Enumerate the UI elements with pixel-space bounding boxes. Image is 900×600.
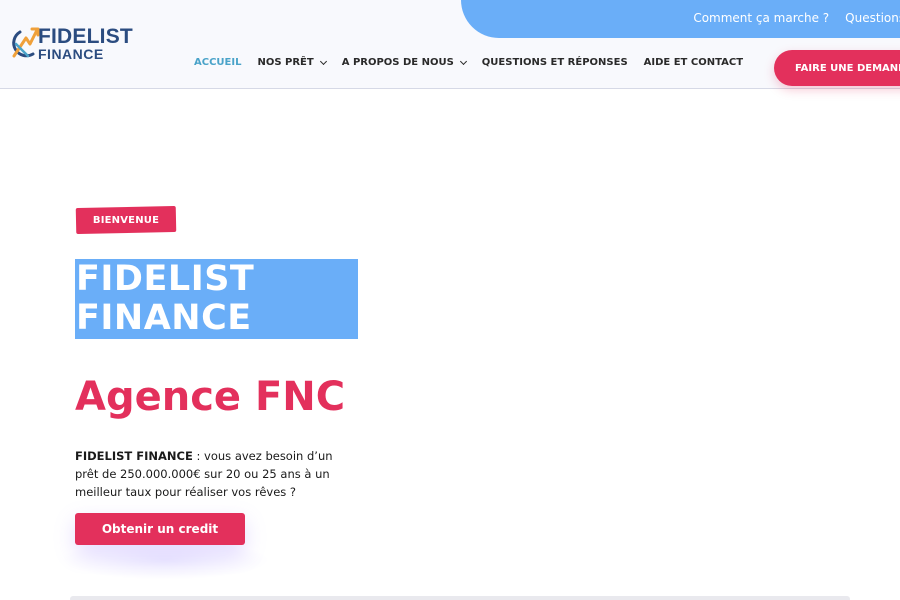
welcome-badge: BIENVENUE: [92, 214, 160, 226]
hero-description: FIDELIST FINANCE : vous avez besoin d’un…: [75, 447, 355, 501]
page: Comment ça marche ? Questions et FIDELIS…: [0, 0, 900, 600]
nav-item-a-propos[interactable]: A PROPOS DE NOUS: [341, 57, 467, 68]
top-info-bar: Comment ça marche ? Questions et: [461, 0, 900, 38]
top-links: Comment ça marche ? Questions et: [693, 11, 900, 25]
chevron-down-icon: [459, 57, 467, 65]
obtenir-credit-button[interactable]: Obtenir un credit: [75, 513, 245, 545]
nav-item-accueil[interactable]: ACCUEIL: [194, 57, 241, 68]
nav-item-label: A PROPOS DE NOUS: [341, 57, 454, 68]
chevron-down-icon: [319, 57, 327, 65]
nav-item-label: NOS PRÊT: [257, 57, 314, 68]
nav-item-label: ACCUEIL: [194, 57, 242, 68]
nav-item-label: AIDE ET CONTACT: [643, 57, 744, 68]
faire-une-demande-button[interactable]: FAIRE UNE DEMANDE: [774, 50, 900, 86]
logo-text-line2: FINANCE: [38, 46, 104, 62]
site-header: Comment ça marche ? Questions et FIDELIS…: [0, 0, 900, 89]
top-link-questions[interactable]: Questions et: [845, 11, 900, 25]
nav-item-aide-contact[interactable]: AIDE ET CONTACT: [644, 57, 743, 68]
hero-description-brand: FIDELIST FINANCE: [75, 449, 193, 463]
nav-item-questions[interactable]: QUESTIONS ET RÉPONSES: [482, 57, 628, 68]
button-glow: [60, 540, 270, 580]
site-logo[interactable]: FIDELIST FINANCE: [6, 24, 136, 68]
main-nav: ACCUEIL NOS PRÊT A PROPOS DE NOUS QUESTI…: [194, 57, 759, 68]
nav-item-label: QUESTIONS ET RÉPONSES: [481, 57, 628, 68]
hero-title-line2: FINANCE: [76, 298, 252, 338]
hero-title-line1: FIDELIST: [76, 259, 255, 299]
top-link-how-it-works[interactable]: Comment ça marche ?: [693, 11, 829, 25]
nav-item-nos-pret[interactable]: NOS PRÊT: [257, 57, 327, 68]
hero-subtitle: Agence FNC: [75, 374, 346, 420]
logo-arrow-circle-icon: [12, 27, 40, 58]
next-section-edge: [70, 596, 850, 600]
